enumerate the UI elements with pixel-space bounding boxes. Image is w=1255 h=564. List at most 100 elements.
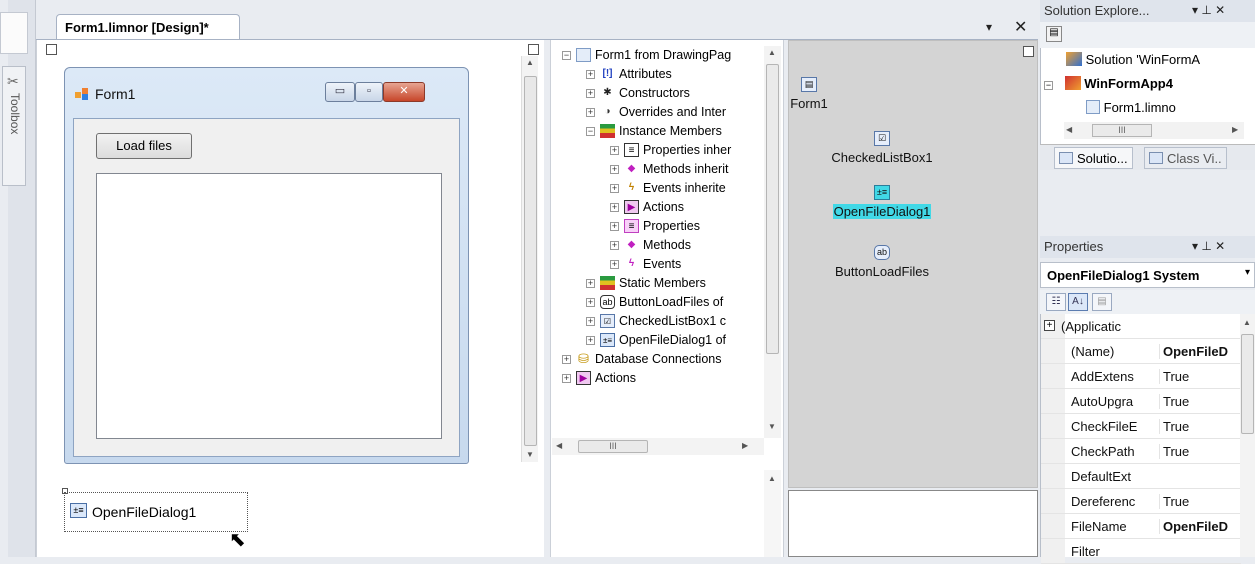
tree-item[interactable]: + ≡ Properties inher (610, 141, 762, 160)
properties-vertical-scrollbar[interactable]: ▲ (1240, 314, 1255, 557)
collapse-icon[interactable]: − (1044, 81, 1053, 90)
property-pages-icon[interactable]: ▤ (1092, 293, 1112, 311)
designer-vertical-scrollbar[interactable]: ▲ ▼ (521, 56, 538, 462)
object-selector[interactable]: OpenFileDialog1 System ▾ (1040, 262, 1255, 288)
expand-icon[interactable]: + (586, 298, 595, 307)
scroll-thumb[interactable]: III (1092, 124, 1152, 137)
property-row[interactable]: (Name) OpenFileD (1041, 339, 1241, 364)
checked-list-box[interactable] (96, 173, 442, 439)
components-panel[interactable]: ▤ Form1 ☑ CheckedListBox1 ±≡ OpenFileDia… (788, 40, 1038, 488)
alphabetical-icon[interactable]: A↓ (1068, 293, 1088, 311)
categorized-icon[interactable]: ☷ (1046, 293, 1066, 311)
pane-pin-close-icons[interactable]: ▾ ⊥ ✕ (1192, 239, 1225, 253)
scroll-thumb[interactable] (524, 76, 537, 446)
tree-item[interactable]: + [!] Attributes (586, 65, 762, 84)
property-row[interactable]: CheckFileE True (1041, 414, 1241, 439)
collapse-icon[interactable]: − (562, 51, 571, 60)
tree-item[interactable]: + ≡ Properties (610, 217, 762, 236)
details-scrollbar[interactable]: ▲ (764, 470, 781, 557)
component-button[interactable]: ab ButtonLoadFiles (819, 245, 945, 279)
object-tree[interactable]: − Form1 from DrawingPag + [!] Attributes… (552, 44, 764, 464)
tree-item[interactable]: + ab ButtonLoadFiles of (586, 293, 762, 312)
expand-icon[interactable]: + (586, 70, 595, 79)
minimize-button[interactable]: ▭ (325, 82, 355, 102)
form-client-area[interactable]: Load files (73, 118, 460, 457)
tab-class-view[interactable]: Class Vi.. (1144, 147, 1227, 169)
expand-icon[interactable]: + (562, 355, 571, 364)
document-tab[interactable]: Form1.limnor [Design]* (56, 14, 240, 40)
solution-horizontal-scrollbar[interactable]: ◀ III ▶ (1064, 122, 1244, 139)
scroll-up-icon[interactable]: ▲ (1243, 318, 1251, 327)
expand-icon[interactable]: + (610, 241, 619, 250)
expand-icon[interactable]: + (610, 165, 619, 174)
toolbox-tab[interactable]: ✂ Toolbox (2, 66, 26, 186)
form1-window[interactable]: Form1 ▭ ▫ ✕ Load files (64, 67, 469, 464)
tree-item[interactable]: + ϟ Events (610, 255, 762, 274)
properties-page-icon[interactable]: ▤ (1046, 26, 1062, 42)
tab-close-icon[interactable]: ✕ (1014, 17, 1027, 37)
scroll-left-icon[interactable]: ◀ (556, 441, 562, 450)
tree-vertical-scrollbar[interactable]: ▲ ▼ (764, 46, 781, 438)
scroll-right-icon[interactable]: ▶ (742, 441, 748, 450)
maximize-button[interactable]: ▫ (355, 82, 383, 102)
tray-openfiledialog[interactable]: ±≡ OpenFileDialog1 (70, 498, 246, 528)
scroll-thumb[interactable] (1241, 334, 1254, 434)
expand-icon[interactable]: + (586, 317, 595, 326)
property-row[interactable]: FileName OpenFileD (1041, 514, 1241, 539)
tree-item[interactable]: + ϟ Events inherite (610, 179, 762, 198)
expand-icon[interactable]: + (610, 184, 619, 193)
expand-icon[interactable]: + (586, 108, 595, 117)
property-row[interactable]: Dereferenc True (1041, 489, 1241, 514)
panel-select-handle[interactable] (1023, 46, 1034, 57)
expand-icon[interactable]: + (610, 203, 619, 212)
property-grid[interactable]: + (Applicatic (Name) OpenFileD AddExtens… (1040, 314, 1241, 564)
property-row[interactable]: + (Applicatic (1041, 314, 1241, 339)
tree-item[interactable]: − Instance Members (586, 122, 762, 141)
scroll-thumb[interactable]: III (578, 440, 648, 453)
scroll-up-icon[interactable]: ▲ (526, 58, 534, 67)
tree-item[interactable]: + ◆ Methods (610, 236, 762, 255)
property-row[interactable]: DefaultExt (1041, 464, 1241, 489)
property-row[interactable]: AutoUpgra True (1041, 389, 1241, 414)
project-node[interactable]: − WinFormApp4 (1044, 76, 1173, 91)
scroll-down-icon[interactable]: ▼ (526, 450, 534, 459)
component-checkedlistbox[interactable]: ☑ CheckedListBox1 (819, 131, 945, 165)
scroll-left-icon[interactable]: ◀ (1066, 125, 1072, 134)
solution-node[interactable]: Solution 'WinFormA (1066, 52, 1200, 67)
tree-item[interactable]: + ▶ Actions (562, 369, 762, 388)
designer-select-handle[interactable] (46, 44, 57, 55)
expand-icon[interactable]: + (610, 260, 619, 269)
tree-item[interactable]: + ⛁ Database Connections (562, 350, 762, 369)
expand-icon[interactable]: + (1044, 320, 1055, 331)
component-form1[interactable]: ▤ Form1 (789, 77, 829, 111)
tree-item[interactable]: + ◑ Overrides and Inter (586, 103, 762, 122)
tree-item[interactable]: + Static Members (586, 274, 762, 293)
tree-horizontal-scrollbar[interactable]: ◀ III ▶ (552, 438, 764, 455)
tree-item[interactable]: + ✱ Constructors (586, 84, 762, 103)
property-row[interactable]: AddExtens True (1041, 364, 1241, 389)
expand-icon[interactable]: + (562, 374, 571, 383)
scroll-up-icon[interactable]: ▲ (768, 48, 776, 57)
designer-select-handle[interactable] (528, 44, 539, 55)
scroll-right-icon[interactable]: ▶ (1232, 125, 1238, 134)
tab-solution-explorer[interactable]: Solutio... (1054, 147, 1133, 169)
load-files-button[interactable]: Load files (96, 133, 192, 159)
tree-item[interactable]: + ◆ Methods inherit (610, 160, 762, 179)
scroll-up-icon[interactable]: ▲ (768, 474, 776, 483)
property-row[interactable]: Filter (1041, 539, 1241, 564)
scroll-down-icon[interactable]: ▼ (768, 422, 776, 431)
tree-item[interactable]: + ☑ CheckedListBox1 c (586, 312, 762, 331)
collapse-icon[interactable]: − (586, 127, 595, 136)
property-row[interactable]: CheckPath True (1041, 439, 1241, 464)
expand-icon[interactable]: + (586, 336, 595, 345)
tree-item[interactable]: + ±≡ OpenFileDialog1 of (586, 331, 762, 350)
tree-item[interactable]: − Form1 from DrawingPag (562, 46, 762, 65)
close-button[interactable]: ✕ (383, 82, 425, 102)
tab-dropdown-icon[interactable]: ▾ (986, 20, 992, 34)
dropdown-arrow-icon[interactable]: ▾ (1245, 267, 1250, 278)
pane-pin-close-icons[interactable]: ▾ ⊥ ✕ (1192, 3, 1225, 17)
expand-icon[interactable]: + (610, 146, 619, 155)
tree-item[interactable]: + ▶ Actions (610, 198, 762, 217)
expand-icon[interactable]: + (586, 279, 595, 288)
expand-icon[interactable]: + (610, 222, 619, 231)
